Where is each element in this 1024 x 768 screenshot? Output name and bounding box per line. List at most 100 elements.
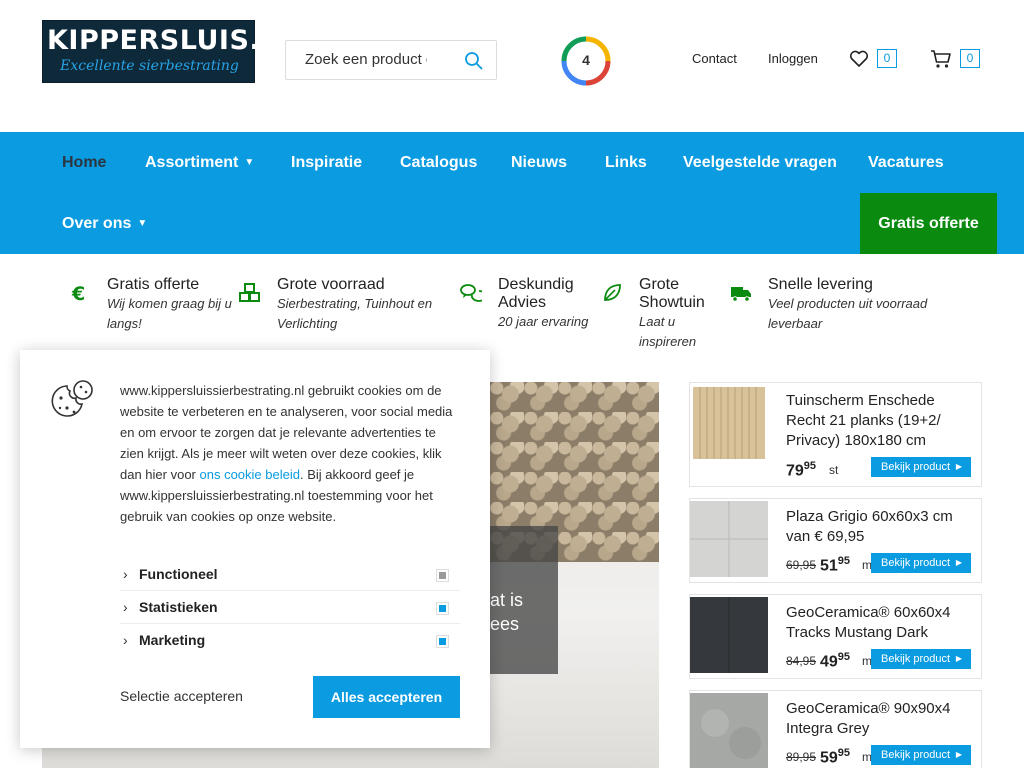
nav-assortiment[interactable]: Assortiment ▼: [145, 154, 254, 172]
price-cents: 95: [837, 747, 851, 759]
usp-sub: inspireren: [639, 334, 697, 349]
usp-sub: leverbaar: [768, 316, 823, 331]
cubes-icon: [239, 283, 260, 302]
tile-dark-image: [690, 597, 768, 673]
functional-checkbox[interactable]: [436, 569, 449, 582]
checkbox-mark: [439, 638, 446, 645]
nav-vacatures[interactable]: Vacatures: [868, 154, 944, 172]
rating-value: 4: [582, 52, 590, 68]
cookie-policy-link[interactable]: ons cookie beleid: [200, 467, 300, 482]
arrow-right-icon: ▶: [955, 558, 962, 567]
cookie-message: www.kippersluissierbestrating.nl gebruik…: [120, 380, 462, 527]
view-product-button[interactable]: Bekijk product ▶: [871, 457, 971, 477]
chevron-right-icon[interactable]: ›: [123, 566, 128, 582]
accept-selection-button[interactable]: Selectie accepteren: [120, 688, 243, 704]
chevron-right-icon[interactable]: ›: [123, 632, 128, 648]
price-cents: 95: [803, 460, 817, 472]
view-product-label: Bekijk product: [881, 653, 951, 665]
chevron-down-icon: ▼: [137, 218, 148, 229]
price-cents: 95: [837, 651, 851, 663]
statistics-checkbox[interactable]: [436, 602, 449, 615]
login-link[interactable]: Inloggen: [768, 51, 818, 66]
usp-advice: Deskundig Advies 20 jaar ervaring: [460, 276, 600, 336]
checkbox-mark: [439, 605, 446, 612]
wishlist-count[interactable]: 0: [877, 49, 897, 68]
cart-count[interactable]: 0: [960, 49, 980, 68]
product-name[interactable]: GeoCeramica® 60x60x4 Tracks Mustang Dark: [786, 603, 976, 643]
chevron-right-icon[interactable]: ›: [123, 599, 128, 615]
usp-title: Deskundig: [498, 276, 574, 293]
cookie-category-functional[interactable]: › Functioneel: [120, 558, 460, 591]
contact-link[interactable]: Contact: [692, 51, 737, 66]
nav-over-ons[interactable]: Over ons ▼: [62, 215, 147, 233]
view-product-button[interactable]: Bekijk product ▶: [871, 745, 971, 765]
usp-sub: Veel producten uit voorraad: [768, 296, 928, 311]
cookie-category-statistics[interactable]: › Statistieken: [120, 591, 460, 624]
heart-icon[interactable]: [849, 50, 869, 68]
usp-sub: Verlichting: [277, 316, 338, 331]
truck-icon: [731, 287, 751, 302]
usp-title: Showtuin: [639, 294, 705, 311]
hero-caption-line: at is: [490, 590, 524, 610]
search-input[interactable]: [305, 51, 427, 68]
price-whole: 49: [820, 653, 838, 671]
usp-sub: 20 jaar ervaring: [498, 314, 589, 329]
view-product-label: Bekijk product: [881, 461, 951, 473]
nav-catalogus[interactable]: Catalogus: [400, 154, 477, 172]
arrow-right-icon: ▶: [955, 750, 962, 759]
svg-text:€: €: [71, 283, 85, 304]
product-old-price: 89,95: [786, 750, 817, 764]
logo-tagline: Excellente sierbestrating: [60, 58, 239, 74]
cookie-icon: [51, 380, 93, 417]
product-card[interactable]: GeoCeramica® 90x90x4 Integra Grey 89,95 …: [689, 690, 982, 768]
search-icon[interactable]: [464, 51, 484, 71]
usp-title: Gratis offerte: [107, 276, 200, 293]
nav-links[interactable]: Links: [605, 154, 647, 172]
cookie-category-label: Statistieken: [139, 599, 218, 615]
product-card[interactable]: Plaza Grigio 60x60x3 cm van € 69,95 69,9…: [689, 498, 982, 583]
usp-sub: Sierbestrating, Tuinhout en: [277, 296, 433, 311]
cookie-category-marketing[interactable]: › Marketing: [120, 624, 460, 657]
view-product-button[interactable]: Bekijk product ▶: [871, 649, 971, 669]
nav-faq[interactable]: Veelgestelde vragen: [683, 154, 837, 172]
site-logo[interactable]: KIPPERSLUIS.NL Excellente sierbestrating: [42, 20, 300, 83]
nav-home[interactable]: Home: [62, 154, 106, 172]
tile-grey-image: [690, 501, 768, 577]
usp-free-quote: € Gratis offerte Wij komen graag bij u l…: [69, 276, 239, 336]
accept-all-button[interactable]: Alles accepteren: [313, 676, 460, 718]
nav-assortiment-label: Assortiment: [145, 154, 239, 171]
marketing-checkbox[interactable]: [436, 635, 449, 648]
site-header: KIPPERSLUIS.NL Excellente sierbestrating…: [0, 0, 1024, 132]
view-product-button[interactable]: Bekijk product ▶: [871, 553, 971, 573]
product-name[interactable]: Plaza Grigio 60x60x3 cm van € 69,95: [786, 507, 976, 547]
nav-catalogus-label: Catalogus: [400, 154, 478, 171]
nav-nieuws-label: Nieuws: [511, 154, 568, 171]
nav-over-ons-label: Over ons: [62, 215, 132, 232]
nav-inspiratie-label: Inspiratie: [291, 154, 363, 171]
view-product-label: Bekijk product: [881, 557, 951, 569]
leaf-icon: [604, 284, 621, 301]
usp-title: Grote: [639, 276, 680, 293]
product-price: 5995: [820, 747, 850, 767]
free-quote-button[interactable]: Gratis offerte: [860, 193, 997, 254]
rating-badge[interactable]: 4: [560, 35, 612, 87]
cart-icon[interactable]: [930, 49, 952, 69]
usp-title: Snelle levering: [768, 276, 873, 293]
nav-inspiratie[interactable]: Inspiratie: [291, 154, 362, 172]
nav-nieuws[interactable]: Nieuws: [511, 154, 567, 172]
product-old-price: 84,95: [786, 654, 817, 668]
main-navigation: Home Assortiment ▼ Inspiratie Catalogus N…: [0, 132, 1024, 254]
arrow-right-icon: ▶: [955, 462, 962, 471]
arrow-right-icon: ▶: [955, 654, 962, 663]
product-card[interactable]: GeoCeramica® 60x60x4 Tracks Mustang Dark…: [689, 594, 982, 679]
search-box: [285, 40, 497, 80]
usp-title: Advies: [498, 294, 547, 311]
nav-faq-label: Veelgestelde vragen: [683, 154, 837, 171]
cookie-category-label: Functioneel: [139, 566, 218, 582]
usp-stock: Grote voorraad Sierbestrating, Tuinhout …: [239, 276, 449, 336]
usp-sub: Wij komen graag bij u: [107, 296, 232, 311]
product-name[interactable]: GeoCeramica® 90x90x4 Integra Grey: [786, 699, 976, 739]
product-name[interactable]: Tuinscherm Enschede Recht 21 planks (19+…: [786, 391, 976, 451]
product-card[interactable]: Tuinscherm Enschede Recht 21 planks (19+…: [689, 382, 982, 487]
product-unit: st: [829, 463, 839, 477]
